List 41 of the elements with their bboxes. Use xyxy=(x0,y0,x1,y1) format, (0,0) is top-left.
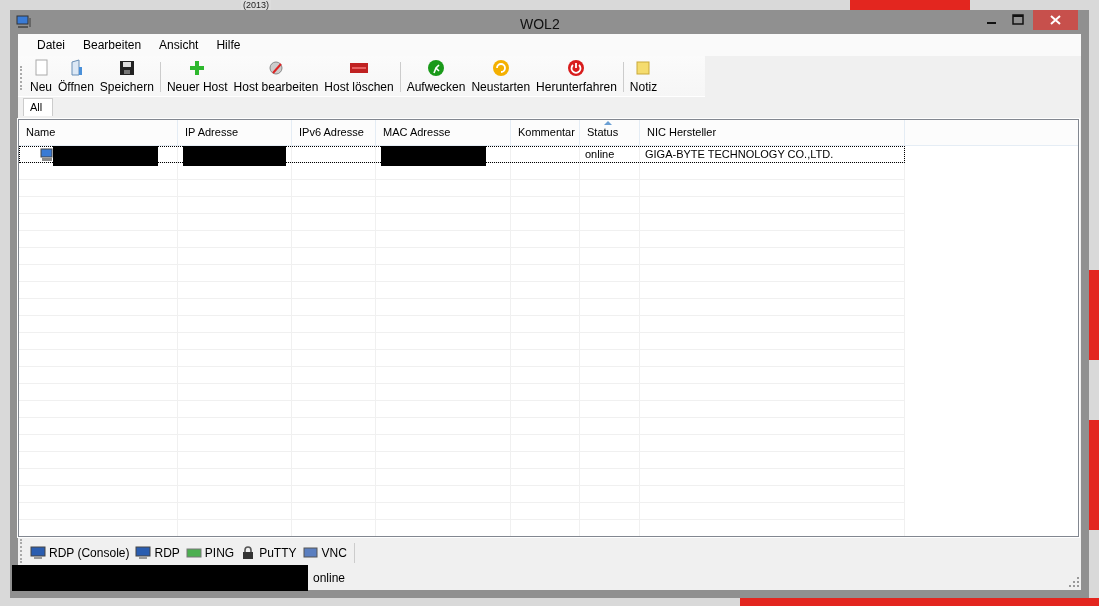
computer-icon xyxy=(40,148,54,162)
column-header[interactable]: MAC Adresse xyxy=(376,120,511,145)
column-header[interactable]: Status xyxy=(580,120,640,145)
column-header[interactable]: NIC Hersteller xyxy=(640,120,905,145)
menu-item[interactable]: Bearbeiten xyxy=(74,38,151,52)
column-header[interactable]: IP Adresse xyxy=(178,120,292,145)
toolbar-button[interactable]: Neuer Host xyxy=(163,59,231,94)
table-cell: GIGA-BYTE TECHNOLOGY CO.,LTD. xyxy=(645,148,834,160)
tab[interactable]: All xyxy=(23,98,54,116)
toolbar-button[interactable]: Host löschen xyxy=(321,59,397,94)
computer-icon xyxy=(16,15,32,29)
toolbar-button[interactable]: Öffnen xyxy=(55,59,97,94)
tool-button[interactable]: PING xyxy=(182,546,238,560)
toolbar-button[interactable]: Neustarten xyxy=(468,59,534,94)
toolbar-button[interactable]: Host bearbeiten xyxy=(230,59,322,94)
close-icon[interactable] xyxy=(1033,10,1078,30)
toolbar-button[interactable]: Herunterfahren xyxy=(533,59,620,94)
plus-icon xyxy=(188,59,207,77)
status-text: online xyxy=(313,571,346,585)
background-caption: (2013) xyxy=(241,0,271,10)
window-title: WOL2 xyxy=(520,16,560,32)
refresh-icon xyxy=(491,59,510,77)
note-icon xyxy=(634,59,653,77)
tool-button[interactable]: RDP xyxy=(132,546,183,560)
tool-button[interactable]: PuTTY xyxy=(237,546,300,560)
power-icon xyxy=(567,59,586,77)
tool-button[interactable]: RDP (Console) xyxy=(27,546,133,560)
column-header[interactable]: Name xyxy=(19,120,178,145)
toolbar-button[interactable]: Speichern xyxy=(96,59,157,94)
menu-item[interactable]: Hilfe xyxy=(207,38,250,52)
table-cell: online xyxy=(585,148,615,160)
toolbar-button[interactable]: Neu xyxy=(27,59,55,94)
tool-button[interactable]: VNC xyxy=(299,546,350,560)
menu-item[interactable]: Datei xyxy=(28,38,74,52)
resize-grip-icon[interactable] xyxy=(1069,577,1079,587)
column-header[interactable]: IPv6 Adresse xyxy=(292,120,376,145)
toolbar-button[interactable]: Aufwecken xyxy=(403,59,469,94)
page-icon xyxy=(32,59,50,77)
column-header[interactable]: Kommentar xyxy=(511,120,580,145)
toolbar-button[interactable]: Notiz xyxy=(626,59,661,94)
menu-item[interactable]: Ansicht xyxy=(150,38,208,52)
